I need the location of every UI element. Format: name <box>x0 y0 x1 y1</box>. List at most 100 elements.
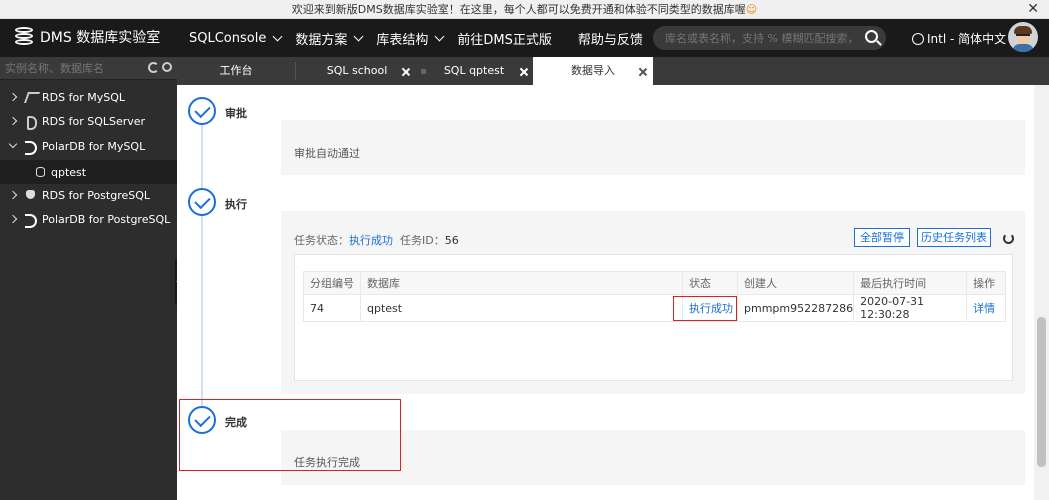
cell-creator: pmmpm952287286 <box>736 294 855 322</box>
pause-all-button[interactable]: 全部暂停 <box>854 228 910 247</box>
refresh-icon[interactable] <box>1003 233 1014 244</box>
chevron-right-icon <box>8 190 18 200</box>
top-nav: DMS 数据库实验室 SQLConsole 数据方案 库表结构 前往DMS正式版… <box>0 19 1049 57</box>
tab-sql-qptest[interactable]: SQL qptest <box>417 57 531 85</box>
drag-handle-icon <box>421 69 426 74</box>
nav-label: SQLConsole <box>189 30 267 46</box>
task-history-button[interactable]: 历史任务列表 <box>917 228 991 247</box>
close-icon[interactable] <box>402 68 410 76</box>
logo-text: DMS 数据库实验室 <box>40 30 161 46</box>
sidebar-search <box>0 57 177 80</box>
tab-bar: 工作台 SQL school SQL qptest 数据导入 <box>177 57 1049 85</box>
nav-sqlconsole[interactable]: SQLConsole <box>189 30 283 46</box>
sidebar-item-rds-mysql[interactable]: RDS for MySQL <box>0 85 177 109</box>
language-label: Intl - 简体中文 <box>927 32 1007 46</box>
task-status-line: 任务状态：执行成功 任务ID：56 <box>294 232 459 248</box>
chevron-down-icon <box>353 31 364 41</box>
cell-database: qptest <box>360 294 683 322</box>
sidebar-item-label: RDS for MySQL <box>42 90 125 104</box>
globe-icon <box>912 32 924 45</box>
cell-group-id: 74 <box>303 294 361 322</box>
global-search <box>653 26 886 50</box>
col-creator: 创建人 <box>736 271 855 295</box>
tab-label: 工作台 <box>219 64 253 77</box>
highlight-status-box <box>673 296 737 321</box>
global-search-input[interactable] <box>653 26 853 50</box>
tab-divider <box>295 62 296 80</box>
sidebar-item-polardb-postgresql[interactable]: PolarDB for PostgreSQL <box>0 207 177 231</box>
nav-label: 帮助与反馈 <box>577 32 643 48</box>
chevron-right-icon <box>8 116 18 126</box>
sidebar-item-label: qptest <box>51 165 87 179</box>
welcome-banner: 欢迎来到新版DMS数据库实验室！在这里，每个人都可以免费开通和体验不同类型的数据… <box>0 0 1049 19</box>
task-table: 分组编号 数据库 状态 创建人 最后执行时间 操作 74 qptest 执行成功… <box>303 271 1006 322</box>
sidebar-item-qptest[interactable]: qptest <box>0 160 177 184</box>
tab-data-import[interactable]: 数据导入 <box>533 57 653 85</box>
data-import-page: 审批 审批自动通过 执行 任务状态：执行成功 任务ID：56 全部暂停 历史任务… <box>177 85 1034 500</box>
nav-label: 数据方案 <box>295 32 348 48</box>
nav-label: 库表结构 <box>376 32 429 48</box>
sidebar-item-label: RDS for PostgreSQL <box>42 188 151 202</box>
sidebar-item-label: PolarDB for MySQL <box>42 139 146 153</box>
refresh-icon[interactable] <box>148 62 159 73</box>
smile-icon: ☺ <box>745 3 758 16</box>
search-icon[interactable] <box>865 30 878 43</box>
nav-label: 前往DMS正式版 <box>457 32 552 48</box>
chevron-down-icon <box>434 31 445 41</box>
check-icon <box>188 188 216 216</box>
table-header-row: 分组编号 数据库 状态 创建人 最后执行时间 操作 <box>303 271 1006 295</box>
col-status: 状态 <box>682 271 738 295</box>
approve-text: 审批自动通过 <box>294 147 360 160</box>
sidebar-search-input[interactable] <box>5 60 145 77</box>
sidebar-item-polardb-mysql[interactable]: PolarDB for MySQL <box>0 134 177 158</box>
sqlserver-icon <box>24 115 38 130</box>
step-timeline <box>201 112 203 420</box>
language-selector[interactable]: Intl - 简体中文 <box>912 30 1022 47</box>
chevron-down-icon <box>272 31 283 41</box>
nav-help[interactable]: 帮助与反馈 <box>578 29 643 48</box>
nav-schema[interactable]: 库表结构 <box>376 29 445 48</box>
close-icon[interactable] <box>520 68 528 76</box>
nav-data-solutions[interactable]: 数据方案 <box>295 29 364 48</box>
status-value: 执行成功 <box>349 234 393 247</box>
tab-label: SQL qptest <box>443 64 505 77</box>
avatar[interactable] <box>1008 22 1038 52</box>
details-link[interactable]: 详情 <box>966 294 1006 322</box>
logo[interactable]: DMS 数据库实验室 <box>14 27 160 47</box>
check-icon <box>188 97 216 125</box>
execute-panel: 任务状态：执行成功 任务ID：56 全部暂停 历史任务列表 分组编号 数据库 状… <box>281 211 1025 394</box>
table-row: 74 qptest 执行成功 pmmpm952287286 2020-07-31… <box>303 294 1006 322</box>
banner-close-icon[interactable]: ✕ <box>1027 0 1039 19</box>
tab-sql-school[interactable]: SQL school <box>298 57 416 85</box>
chevron-down-icon <box>8 139 18 149</box>
nav-go-dms[interactable]: 前往DMS正式版 <box>457 29 551 48</box>
banner-text: 欢迎来到新版DMS数据库实验室！在这里，每个人都可以免费开通和体验不同类型的数据… <box>291 3 746 16</box>
vertical-scrollbar[interactable] <box>1034 85 1049 500</box>
tab-label: SQL school <box>326 64 388 77</box>
search-icon[interactable] <box>162 62 172 72</box>
taskid-value: 56 <box>444 234 459 247</box>
task-table-box: 分组编号 数据库 状态 创建人 最后执行时间 操作 74 qptest 执行成功… <box>294 254 1013 381</box>
chevron-right-icon <box>8 92 18 102</box>
highlight-done-box <box>179 399 401 471</box>
col-action: 操作 <box>966 271 1006 295</box>
approve-panel: 审批自动通过 <box>281 120 1025 175</box>
step-execute-title: 执行 <box>225 198 247 211</box>
database-logo-icon <box>14 27 34 47</box>
col-database: 数据库 <box>360 271 683 295</box>
status-label: 任务状态： <box>294 234 349 247</box>
sidebar-item-rds-postgresql[interactable]: RDS for PostgreSQL <box>0 183 177 207</box>
sidebar-item-label: RDS for SQLServer <box>42 114 146 128</box>
close-icon[interactable] <box>639 68 647 76</box>
col-group-id: 分组编号 <box>303 271 361 295</box>
taskid-label: 任务ID： <box>400 234 445 247</box>
scrollbar-thumb[interactable] <box>1037 317 1046 467</box>
polardb-icon <box>24 213 38 228</box>
cell-last-run: 2020-07-31 12:30:28 <box>853 294 968 322</box>
mysql-icon <box>24 91 38 103</box>
tab-workbench[interactable]: 工作台 <box>177 57 295 85</box>
sidebar-item-label: PolarDB for PostgreSQL <box>42 212 171 226</box>
instance-sidebar: RDS for MySQL RDS for SQLServer PolarDB … <box>0 57 177 500</box>
sidebar-item-rds-sqlserver[interactable]: RDS for SQLServer <box>0 109 177 133</box>
database-icon <box>36 167 45 177</box>
